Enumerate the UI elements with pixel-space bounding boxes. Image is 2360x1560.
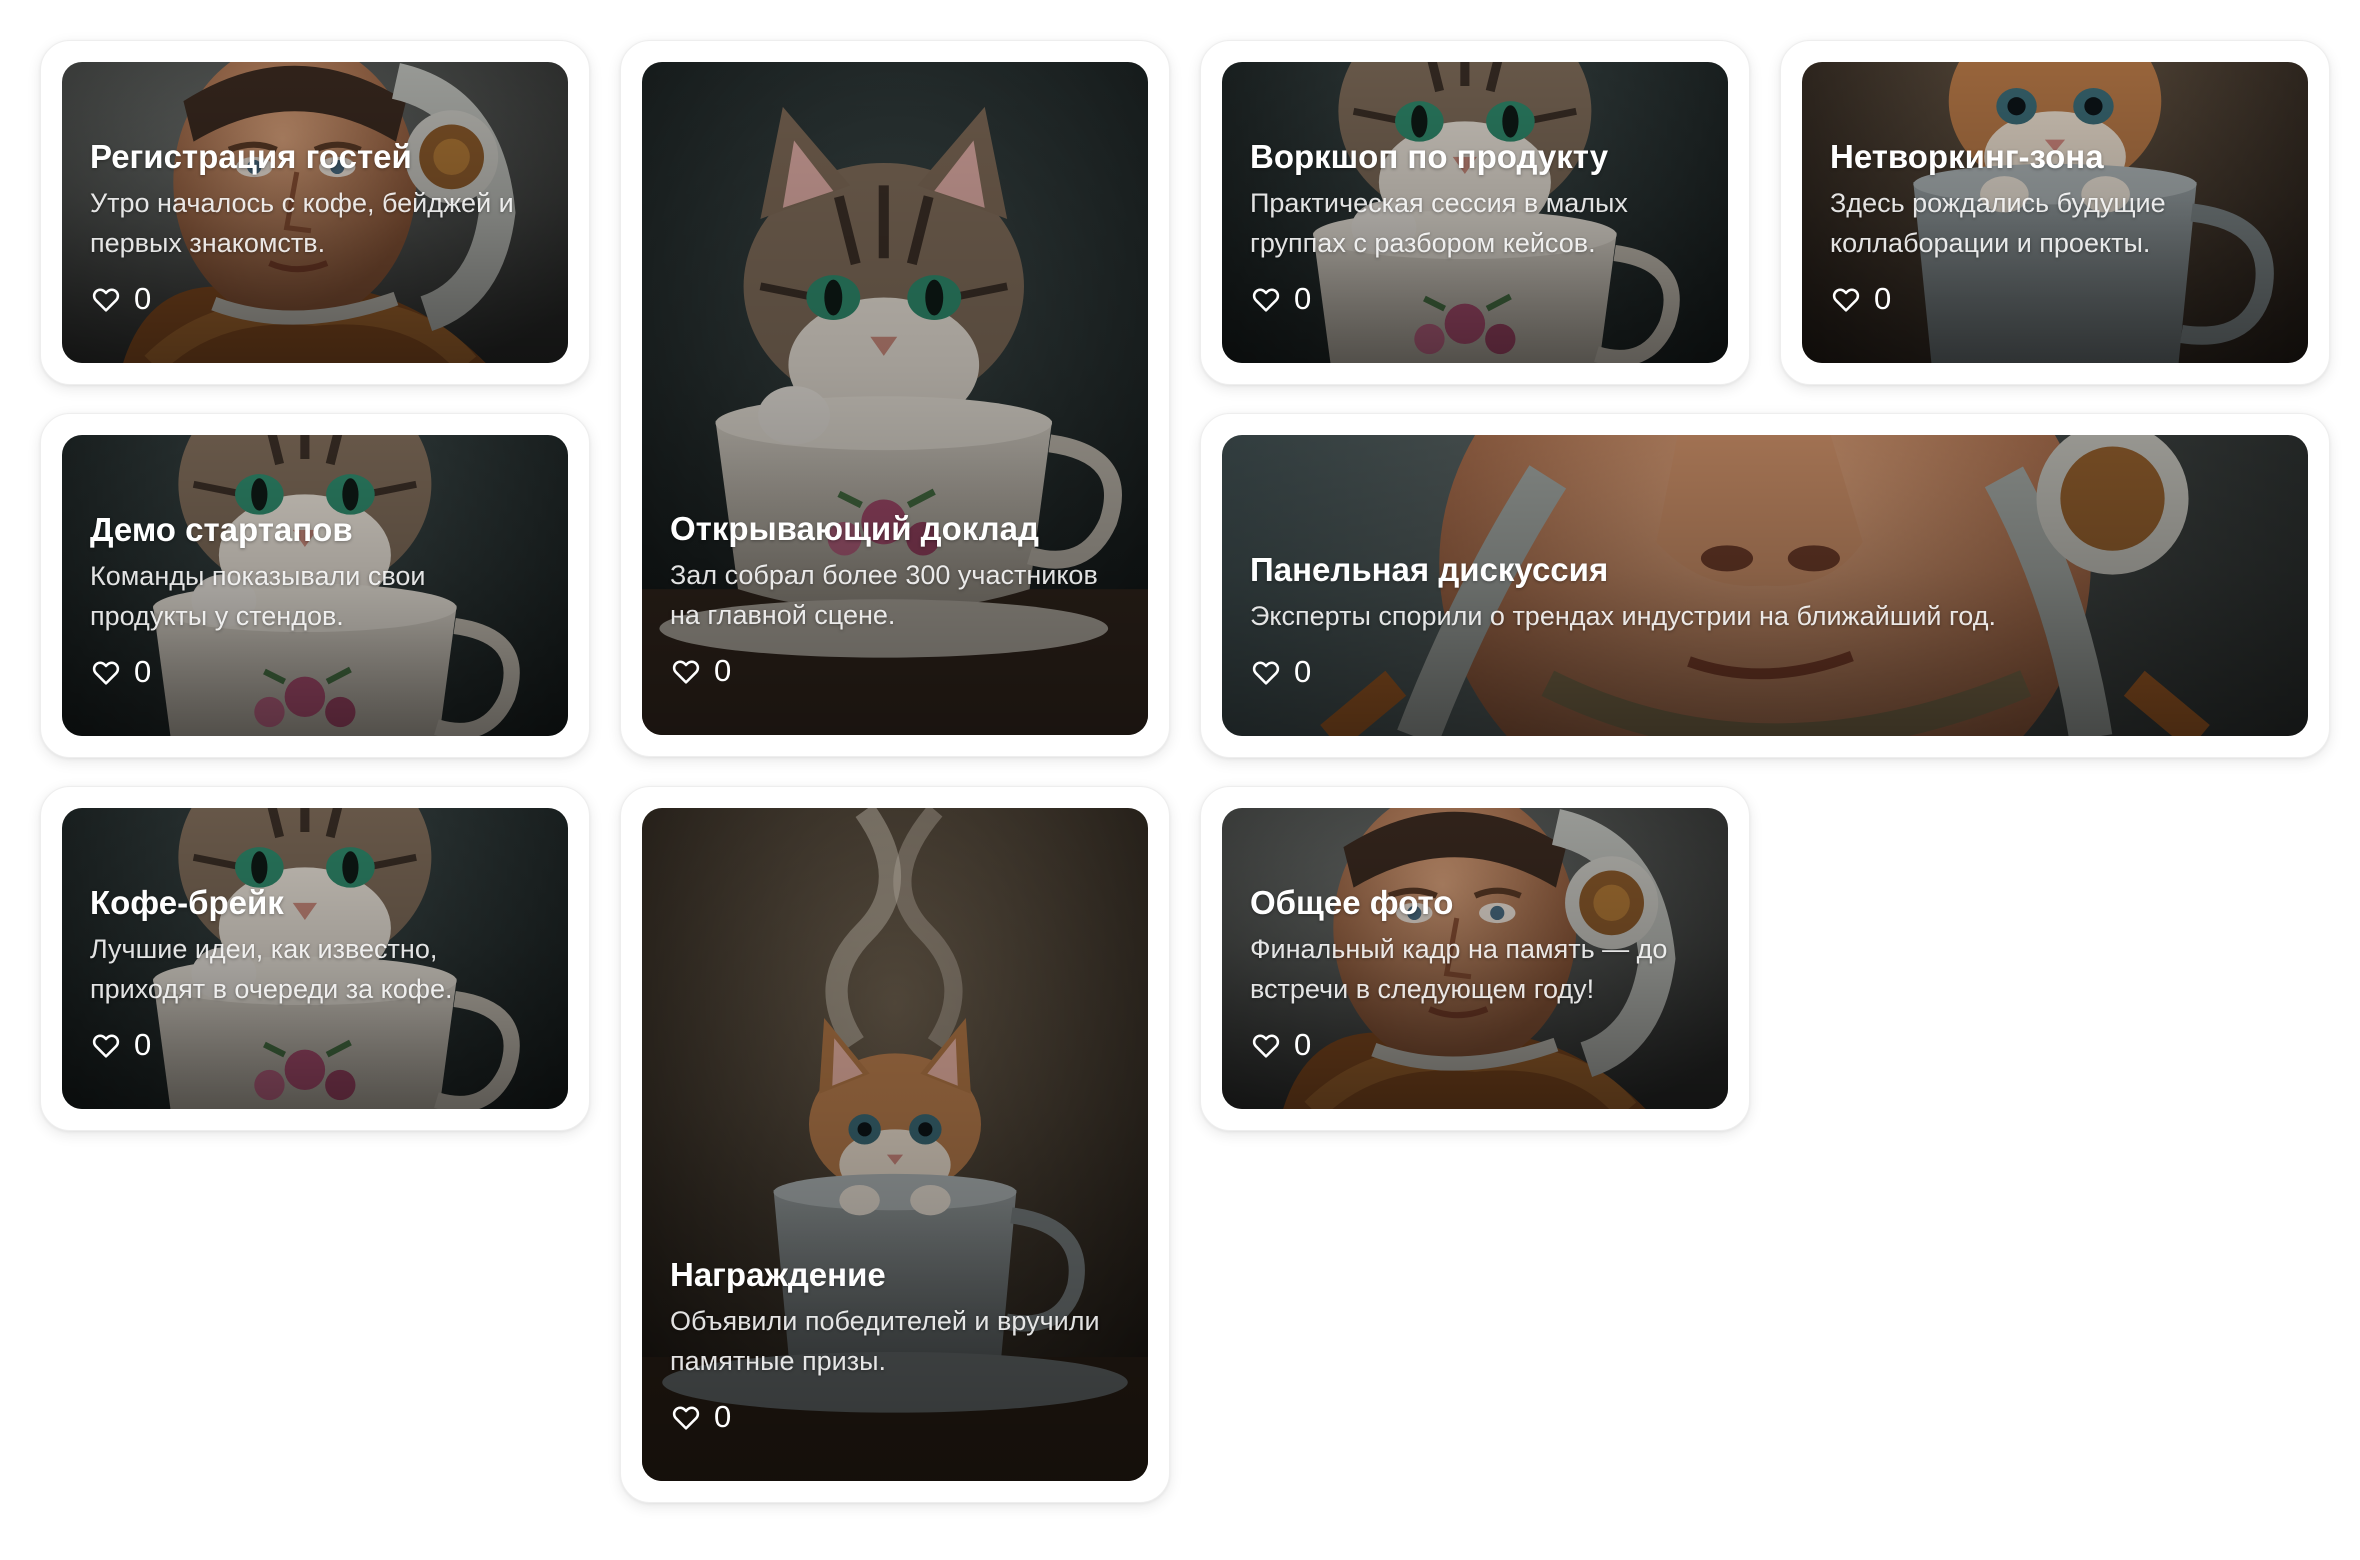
gallery-card-workshop[interactable]: Воркшоп по продукту Практическая сессия … bbox=[1200, 40, 1750, 385]
like-count: 0 bbox=[1294, 1027, 1312, 1062]
card-title: Демо стартапов bbox=[90, 511, 353, 548]
card-caption: Воркшоп по продукту Практическая сессия … bbox=[1250, 137, 1700, 319]
card-caption: Общее фото Финальный кадр на память — до… bbox=[1250, 883, 1700, 1065]
card-photo: Кофе-брейк Лучшие идеи, как известно, пр… bbox=[62, 808, 568, 1109]
like-count: 0 bbox=[134, 1027, 152, 1062]
like-count: 0 bbox=[1874, 281, 1892, 316]
card-caption: Панельная дискуссия Эксперты спорили о т… bbox=[1250, 550, 2280, 692]
photo-gallery: Регистрация гостей Утро началось с кофе,… bbox=[0, 0, 2360, 1560]
card-description: Зал собрал более 300 участников на главн… bbox=[670, 560, 1098, 630]
like-button[interactable]: 0 bbox=[1250, 279, 1700, 319]
like-button[interactable]: 0 bbox=[90, 1025, 540, 1065]
card-photo: Награждение Объявили победителей и вручи… bbox=[642, 808, 1148, 1481]
card-photo: Регистрация гостей Утро началось с кофе,… bbox=[62, 62, 568, 363]
like-button[interactable]: 0 bbox=[670, 1397, 1120, 1437]
card-description: Практическая сессия в малых группах с ра… bbox=[1250, 188, 1628, 258]
like-button[interactable]: 0 bbox=[670, 651, 1120, 691]
card-caption: Регистрация гостей Утро началось с кофе,… bbox=[90, 137, 540, 319]
gallery-card-networking[interactable]: Нетворкинг-зона Здесь рождались будущие … bbox=[1780, 40, 2330, 385]
card-caption: Награждение Объявили победителей и вручи… bbox=[670, 1255, 1120, 1437]
card-photo: Демо стартапов Команды показывали свои п… bbox=[62, 435, 568, 736]
gallery-card-awards[interactable]: Награждение Объявили победителей и вручи… bbox=[620, 786, 1170, 1503]
card-title: Воркшоп по продукту bbox=[1250, 138, 1609, 175]
card-photo: Общее фото Финальный кадр на память — до… bbox=[1222, 808, 1728, 1109]
like-button[interactable]: 0 bbox=[1250, 652, 2280, 692]
like-count: 0 bbox=[714, 1399, 732, 1434]
card-description: Финальный кадр на память — до встречи в … bbox=[1250, 934, 1668, 1004]
like-button[interactable]: 0 bbox=[1830, 279, 2280, 319]
card-title: Открывающий доклад bbox=[670, 510, 1039, 547]
heart-outline-icon[interactable] bbox=[1250, 656, 1282, 688]
heart-outline-icon[interactable] bbox=[1830, 283, 1862, 315]
card-photo: Воркшоп по продукту Практическая сессия … bbox=[1222, 62, 1728, 363]
card-caption: Демо стартапов Команды показывали свои п… bbox=[90, 510, 540, 692]
heart-outline-icon[interactable] bbox=[1250, 283, 1282, 315]
card-description: Объявили победителей и вручили памятные … bbox=[670, 1306, 1100, 1376]
card-description: Здесь рождались будущие коллаборации и п… bbox=[1830, 188, 2166, 258]
card-description: Эксперты спорили о трендах индустрии на … bbox=[1250, 601, 1996, 631]
gallery-card-keynote[interactable]: Открывающий доклад Зал собрал более 300 … bbox=[620, 40, 1170, 757]
card-description: Утро началось с кофе, бейджей и первых з… bbox=[90, 188, 514, 258]
heart-outline-icon[interactable] bbox=[90, 656, 122, 688]
heart-outline-icon[interactable] bbox=[90, 1029, 122, 1061]
like-button[interactable]: 0 bbox=[1250, 1025, 1700, 1065]
card-caption: Открывающий доклад Зал собрал более 300 … bbox=[670, 509, 1120, 691]
card-photo: Панельная дискуссия Эксперты спорили о т… bbox=[1222, 435, 2308, 736]
like-count: 0 bbox=[714, 653, 732, 688]
like-count: 0 bbox=[134, 281, 152, 316]
card-photo: Открывающий доклад Зал собрал более 300 … bbox=[642, 62, 1148, 735]
heart-outline-icon[interactable] bbox=[670, 655, 702, 687]
card-photo: Нетворкинг-зона Здесь рождались будущие … bbox=[1802, 62, 2308, 363]
gallery-card-coffee[interactable]: Кофе-брейк Лучшие идеи, как известно, пр… bbox=[40, 786, 590, 1131]
card-caption: Нетворкинг-зона Здесь рождались будущие … bbox=[1830, 137, 2280, 319]
like-count: 0 bbox=[134, 654, 152, 689]
card-description: Команды показывали свои продукты у стенд… bbox=[90, 561, 426, 631]
like-count: 0 bbox=[1294, 654, 1312, 689]
card-title: Панельная дискуссия bbox=[1250, 551, 1609, 588]
card-title: Награждение bbox=[670, 1256, 886, 1293]
gallery-card-group[interactable]: Общее фото Финальный кадр на память — до… bbox=[1200, 786, 1750, 1131]
card-caption: Кофе-брейк Лучшие идеи, как известно, пр… bbox=[90, 883, 540, 1065]
heart-outline-icon[interactable] bbox=[90, 283, 122, 315]
card-title: Кофе-брейк bbox=[90, 884, 284, 921]
card-title: Регистрация гостей bbox=[90, 138, 412, 175]
card-description: Лучшие идеи, как известно, приходят в оч… bbox=[90, 934, 453, 1004]
like-button[interactable]: 0 bbox=[90, 652, 540, 692]
gallery-card-panel[interactable]: Панельная дискуссия Эксперты спорили о т… bbox=[1200, 413, 2330, 758]
gallery-card-demo[interactable]: Демо стартапов Команды показывали свои п… bbox=[40, 413, 590, 758]
card-title: Нетворкинг-зона bbox=[1830, 138, 2104, 175]
like-count: 0 bbox=[1294, 281, 1312, 316]
heart-outline-icon[interactable] bbox=[1250, 1029, 1282, 1061]
like-button[interactable]: 0 bbox=[90, 279, 540, 319]
gallery-card-registration[interactable]: Регистрация гостей Утро началось с кофе,… bbox=[40, 40, 590, 385]
heart-outline-icon[interactable] bbox=[670, 1401, 702, 1433]
card-title: Общее фото bbox=[1250, 884, 1454, 921]
